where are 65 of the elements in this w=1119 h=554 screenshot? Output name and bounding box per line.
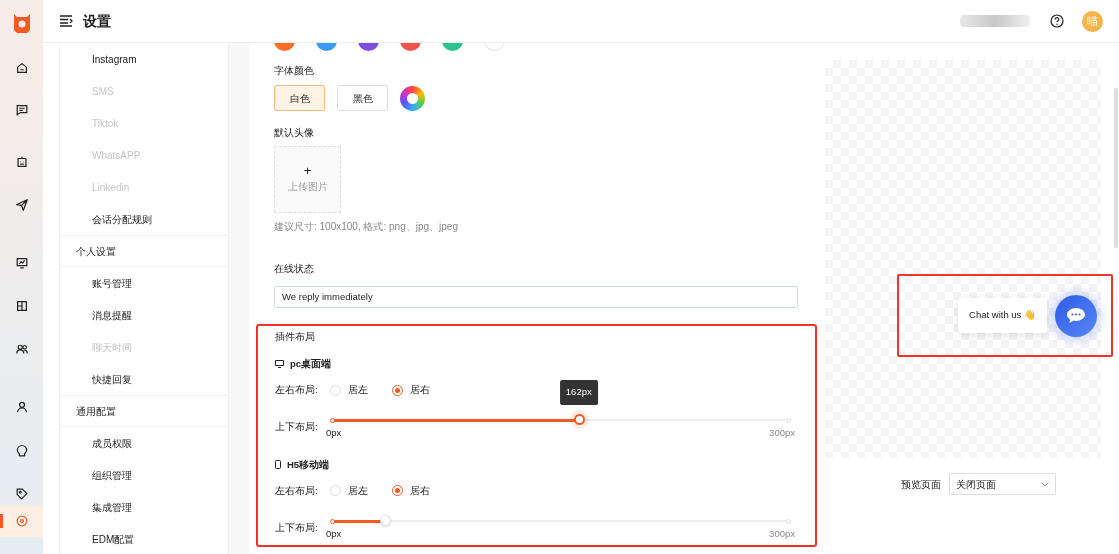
field-label: 在线状态 [274,262,315,276]
users-icon[interactable] [14,342,29,356]
font-color-option[interactable]: 黑色 [337,85,388,111]
radio-option[interactable]: 居左 [330,383,368,398]
field-label: 字体颜色 [274,64,315,78]
slider[interactable] [332,515,789,527]
field-label: 上下布局: [275,420,319,435]
font-color-option[interactable]: 白色 [274,85,325,111]
blurred-username [960,15,1030,27]
radio-option[interactable]: 居右 [392,483,430,498]
nav-group-heading: 通用配置 [60,395,228,427]
radio-option[interactable]: 居右 [392,383,430,398]
chat-bubble: Chat with us 👋 [958,298,1047,333]
chat-launcher-button[interactable] [1055,294,1097,337]
settings-icon[interactable] [14,514,29,528]
nav-item[interactable]: 账号管理 [60,267,228,299]
slider-min-label: 0px [326,527,342,541]
slider-max-label: 300px [769,426,795,441]
active-indicator [0,514,3,528]
device-title: pc桌面端 [290,356,332,371]
color-wheel-icon[interactable] [400,85,425,111]
menu-icon[interactable] [59,15,73,27]
nav-item[interactable]: Instagram [60,43,228,75]
preview-label: 预览页面 [900,477,941,492]
help-icon[interactable] [1050,14,1064,28]
chat-icon [1066,307,1086,324]
monitor-icon [275,359,284,368]
slider-max-label: 300px [769,527,795,541]
nav-item[interactable]: 消息提醒 [60,299,228,331]
monitor-icon[interactable] [14,256,29,270]
home-icon[interactable] [14,61,29,75]
user-icon[interactable] [14,400,29,414]
section-label: 插件布局 [275,329,316,344]
nav-item[interactable]: 集成管理 [60,491,228,523]
nav-group-heading: 个人设置 [60,235,228,267]
value-tooltip: 162px [559,380,598,405]
chat-icon[interactable] [14,103,29,117]
nav-item[interactable]: EDM配置 [60,523,228,554]
slider-thumb[interactable] [573,414,585,426]
chevron-down-icon [1040,481,1049,487]
slider-min-label: 0px [326,426,342,441]
page-title: 设置 [83,11,111,31]
device-title: H5移动端 [287,457,330,472]
phone-icon [275,460,281,470]
lightbulb-icon[interactable] [14,444,29,458]
nav-item[interactable]: 快捷回复 [60,363,228,395]
radio-option[interactable]: 居左 [330,483,368,498]
tag-icon[interactable] [14,487,29,501]
preview-select[interactable]: 关闭页面 [948,473,1056,495]
field-label: 默认头像 [274,126,315,140]
nav-item[interactable]: 组织管理 [60,459,228,491]
send-icon[interactable] [14,198,29,212]
upload-label: 上传图片 [287,180,328,194]
robot-icon[interactable] [14,155,29,169]
plus-icon: + [303,165,312,177]
field-label: 上下布局: [275,521,319,535]
status-input[interactable]: We reply immediately [274,285,798,308]
nav-item[interactable]: 成员权限 [60,427,228,459]
field-label: 左右布局: [275,383,319,397]
format-hint: 建议尺寸: 100x100, 格式: png、jpg、jpeg [274,220,459,234]
field-label: 左右布局: [275,483,319,498]
upload-area[interactable]: + 上传图片 [274,146,341,213]
app-logo[interactable] [11,12,32,34]
nav-item[interactable]: 会话分配规则 [60,203,228,235]
layout-icon[interactable] [14,299,29,313]
